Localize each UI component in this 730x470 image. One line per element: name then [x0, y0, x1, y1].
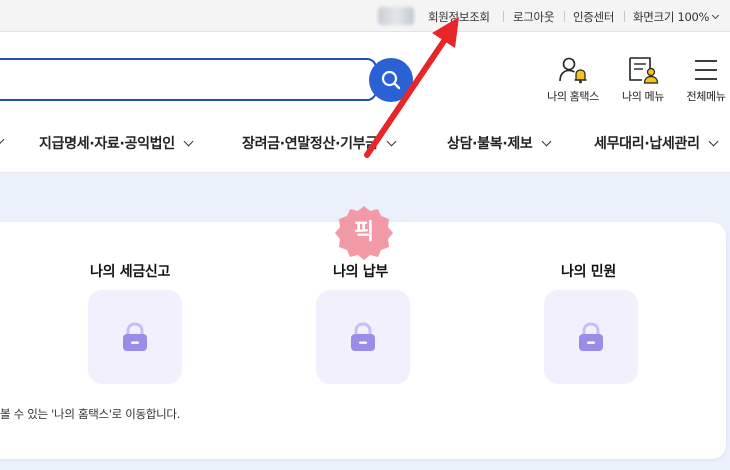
all-menu-button[interactable]: 전체메뉴 — [676, 56, 730, 104]
user-bell-icon — [559, 57, 587, 84]
my-menu-label: 나의 메뉴 — [622, 90, 664, 103]
zoom-label: 화면크기 100% — [633, 10, 710, 24]
divider — [503, 11, 504, 22]
search-button[interactable] — [369, 58, 413, 102]
search-icon — [381, 70, 401, 90]
pick-sticker: 픽 — [334, 204, 394, 262]
civil-petition-locked-tile[interactable] — [544, 290, 638, 384]
divider — [564, 11, 565, 22]
sticker-label: 픽 — [353, 220, 375, 245]
chevron-down-icon — [541, 136, 551, 147]
lock-icon — [351, 322, 375, 351]
chevron-down-icon — [712, 11, 720, 20]
menu-payment-statements[interactable]: 지급명세·자료·공익법인 — [39, 133, 194, 153]
menu-label: 세무대리·납세관리 — [594, 136, 700, 152]
search-input[interactable] — [0, 58, 377, 101]
payment-locked-tile[interactable] — [316, 290, 410, 384]
logout-link[interactable]: 로그아웃 — [513, 9, 554, 25]
zoom-dropdown[interactable]: 화면크기 100% — [633, 9, 720, 25]
my-hometax-button[interactable]: 나의 홈택스 — [543, 56, 603, 104]
menu-label: 상담·불복·제보 — [447, 136, 533, 152]
my-payment-title: 나의 납부 — [333, 264, 388, 280]
my-menu-button[interactable]: 나의 메뉴 — [613, 56, 673, 104]
menu-label: 지급명세·자료·공익법인 — [39, 136, 175, 152]
menu-consulting-appeal[interactable]: 상담·불복·제보 — [447, 133, 551, 153]
all-menu-label: 전체메뉴 — [686, 90, 726, 103]
menu-tax-agent[interactable]: 세무대리·납세관리 — [594, 133, 719, 153]
lock-icon — [579, 322, 603, 351]
blurred-username — [378, 7, 414, 25]
lock-icon — [123, 322, 147, 351]
auth-center-link[interactable]: 인증센터 — [573, 9, 614, 25]
chevron-down-icon — [183, 136, 194, 147]
utility-bar: 회원정보조회 로그아웃 인증센터 화면크기 100% — [0, 0, 730, 32]
document-user-icon — [629, 57, 659, 84]
menu-label: 장려금·연말정산·기부금 — [242, 136, 378, 152]
my-civil-petition-title: 나의 민원 — [561, 264, 616, 280]
my-hometax-label: 나의 홈택스 — [547, 90, 599, 103]
member-info-link[interactable]: 회원정보조회 — [428, 9, 490, 25]
chevron-down-icon — [386, 136, 397, 147]
hamburger-icon — [695, 60, 717, 80]
my-tax-filing-title: 나의 세금신고 — [90, 264, 171, 280]
chevron-down-icon[interactable] — [0, 134, 5, 145]
menu-incentive-settlement[interactable]: 장려금·연말정산·기부금 — [242, 133, 397, 153]
tax-filing-locked-tile[interactable] — [88, 290, 182, 384]
redirect-note: 볼 수 있는 '나의 홈택스'로 이동합니다. — [0, 407, 181, 421]
chevron-down-icon — [708, 136, 719, 147]
divider — [624, 11, 625, 22]
